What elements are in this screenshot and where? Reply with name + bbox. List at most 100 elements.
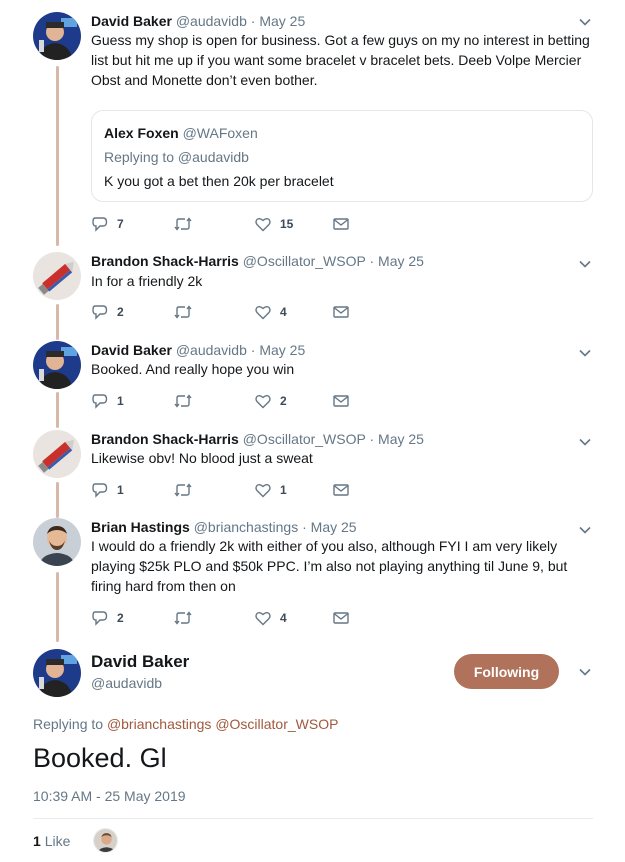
avatar[interactable]	[33, 518, 81, 566]
chevron-down-icon[interactable]	[579, 436, 591, 448]
author-name[interactable]: David Baker	[91, 13, 172, 29]
separator-dot: ·	[369, 253, 375, 269]
author-handle[interactable]: @Oscillator_WSOP	[243, 431, 366, 447]
tweet-actions: 7 15	[91, 215, 391, 233]
tweet-date[interactable]: May 25	[259, 342, 305, 358]
reply-button[interactable]: 1	[91, 481, 124, 499]
tweet-timestamp[interactable]: 10:39 AM - 25 May 2019	[33, 788, 186, 804]
message-icon	[333, 218, 349, 230]
like-button[interactable]: 15	[254, 215, 293, 233]
tweet-actions: 2 4	[91, 609, 391, 627]
liker-avatar[interactable]	[93, 828, 118, 853]
focus-tweet-text: Booked. Gl	[33, 743, 167, 773]
like-count: 4	[280, 305, 287, 319]
message-icon	[333, 612, 349, 624]
like-label: Like	[44, 833, 71, 849]
chevron-down-icon[interactable]	[579, 16, 591, 28]
reply-button[interactable]: 7	[91, 215, 124, 233]
retweet-button[interactable]	[173, 303, 201, 321]
tweet[interactable]: David Baker @audavidb · May 25 Booked. A…	[0, 341, 625, 411]
tweet-text: I would do a friendly 2k with either of …	[91, 538, 568, 594]
reply-icon	[92, 305, 108, 320]
focus-author-handle[interactable]: @audavidb	[91, 675, 162, 691]
tweet[interactable]: Brandon Shack-Harris @Oscillator_WSOP · …	[0, 430, 625, 500]
avatar[interactable]	[33, 12, 81, 60]
author-name[interactable]: Brandon Shack-Harris	[91, 253, 239, 269]
retweet-button[interactable]	[173, 215, 201, 233]
author-name[interactable]: David Baker	[91, 342, 172, 358]
retweet-icon	[174, 217, 192, 231]
direct-message-button[interactable]	[332, 215, 350, 233]
focus-avatar[interactable]	[33, 649, 81, 697]
like-count: 2	[280, 394, 287, 408]
reply-icon	[92, 611, 108, 626]
heart-icon	[255, 218, 271, 232]
tweet-text: In for a friendly 2k	[91, 273, 203, 289]
separator-dot: ·	[250, 13, 256, 29]
reply-button[interactable]: 1	[91, 392, 124, 410]
likes-summary[interactable]: 1 Like	[33, 833, 70, 849]
quote-author-handle: @WAFoxen	[182, 125, 258, 141]
retweet-button[interactable]	[173, 609, 201, 627]
direct-message-button[interactable]	[332, 303, 350, 321]
chevron-down-icon[interactable]	[579, 666, 591, 678]
reply-icon	[92, 217, 108, 232]
like-button[interactable]: 2	[254, 392, 287, 410]
focus-author-name[interactable]: David Baker	[91, 652, 189, 672]
like-button[interactable]: 4	[254, 303, 287, 321]
heart-icon	[255, 306, 271, 320]
reply-count: 7	[117, 217, 124, 231]
quoted-tweet[interactable]: Alex Foxen @WAFoxen Replying to @audavid…	[91, 110, 593, 202]
author-handle[interactable]: @Oscillator_WSOP	[243, 253, 366, 269]
reply-button[interactable]: 2	[91, 303, 124, 321]
tweet-date[interactable]: May 25	[311, 519, 357, 535]
author-name[interactable]: Brian Hastings	[91, 519, 190, 535]
replying-to-label: Replying to	[33, 716, 104, 732]
separator-dot: ·	[302, 519, 307, 535]
retweet-icon	[174, 305, 192, 319]
quote-replying-to: Replying to @audavidb	[104, 149, 249, 165]
avatar[interactable]	[33, 430, 81, 478]
author-name[interactable]: Brandon Shack-Harris	[91, 431, 239, 447]
reply-icon	[92, 483, 108, 498]
tweet-header: David Baker @audavidb · May 25	[91, 12, 305, 30]
tweet-actions: 2 4	[91, 303, 391, 321]
heart-icon	[255, 395, 271, 409]
author-handle[interactable]: @audavidb	[176, 342, 247, 358]
like-button[interactable]: 4	[254, 609, 287, 627]
mention-link[interactable]: @brianchastings	[107, 716, 212, 732]
tweet[interactable]: David Baker @audavidb · May 25 Guess my …	[0, 12, 625, 237]
chevron-down-icon[interactable]	[579, 258, 591, 270]
tweet[interactable]: Brian Hastings @brianchastings · May 25 …	[0, 518, 625, 628]
reply-count: 1	[117, 483, 124, 497]
avatar[interactable]	[33, 341, 81, 389]
chevron-down-icon[interactable]	[579, 524, 591, 536]
direct-message-button[interactable]	[332, 392, 350, 410]
tweet[interactable]: Brandon Shack-Harris @Oscillator_WSOP · …	[0, 252, 625, 322]
reply-button[interactable]: 2	[91, 609, 124, 627]
author-handle[interactable]: @audavidb	[176, 13, 247, 29]
avatar[interactable]	[33, 252, 81, 300]
like-button[interactable]: 1	[254, 481, 287, 499]
tweet-date[interactable]: May 25	[378, 253, 424, 269]
chevron-down-icon[interactable]	[579, 347, 591, 359]
tweet-text: Likewise obv! No blood just a sweat	[91, 450, 313, 466]
tweet-date[interactable]: May 25	[259, 13, 305, 29]
tweet-date[interactable]: May 25	[378, 431, 424, 447]
following-button[interactable]: Following	[454, 654, 559, 689]
reply-icon	[92, 394, 108, 409]
retweet-button[interactable]	[173, 392, 201, 410]
replying-to: Replying to @brianchastings @Oscillator_…	[33, 716, 338, 732]
author-handle[interactable]: @brianchastings	[194, 519, 299, 535]
like-count: 4	[280, 611, 287, 625]
heart-icon	[255, 612, 271, 626]
direct-message-button[interactable]	[332, 609, 350, 627]
divider	[33, 818, 593, 819]
retweet-button[interactable]	[173, 481, 201, 499]
reply-count: 2	[117, 611, 124, 625]
direct-message-button[interactable]	[332, 481, 350, 499]
like-count: 1	[280, 483, 287, 497]
tweet-header: Brandon Shack-Harris @Oscillator_WSOP · …	[91, 252, 424, 270]
mention-link[interactable]: @Oscillator_WSOP	[215, 716, 338, 732]
message-icon	[333, 395, 349, 407]
